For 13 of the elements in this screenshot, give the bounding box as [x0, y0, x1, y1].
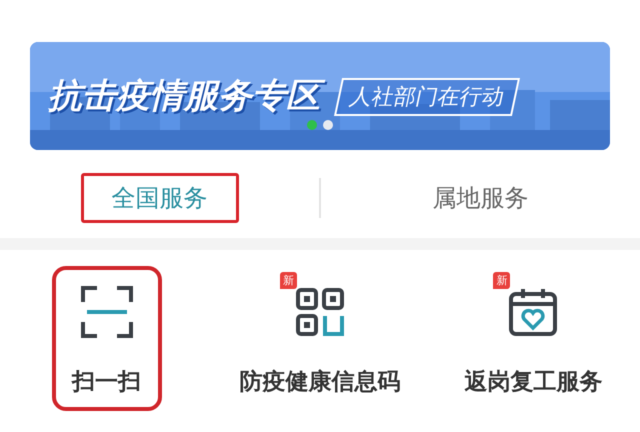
banner-subtitle: 人社部门在行动	[334, 78, 520, 116]
tab[interactable]: 属地服务	[402, 173, 560, 223]
banner-title: 抗击疫情服务专区	[46, 72, 328, 122]
calendar-heart-icon	[507, 286, 560, 338]
new-badge: 新	[493, 272, 510, 289]
new-badge: 新	[280, 272, 297, 289]
qr-code-icon	[294, 286, 346, 338]
banner[interactable]: 抗击疫情服务专区 人社部门在行动	[30, 42, 610, 150]
scan-icon	[80, 286, 133, 338]
tab[interactable]: 全国服务	[80, 173, 238, 223]
service-item[interactable]: 新 返岗复工服务	[448, 266, 618, 411]
service-item[interactable]: 新 防疫健康信息码	[223, 266, 416, 411]
service-item[interactable]: 扫一扫	[52, 266, 162, 411]
